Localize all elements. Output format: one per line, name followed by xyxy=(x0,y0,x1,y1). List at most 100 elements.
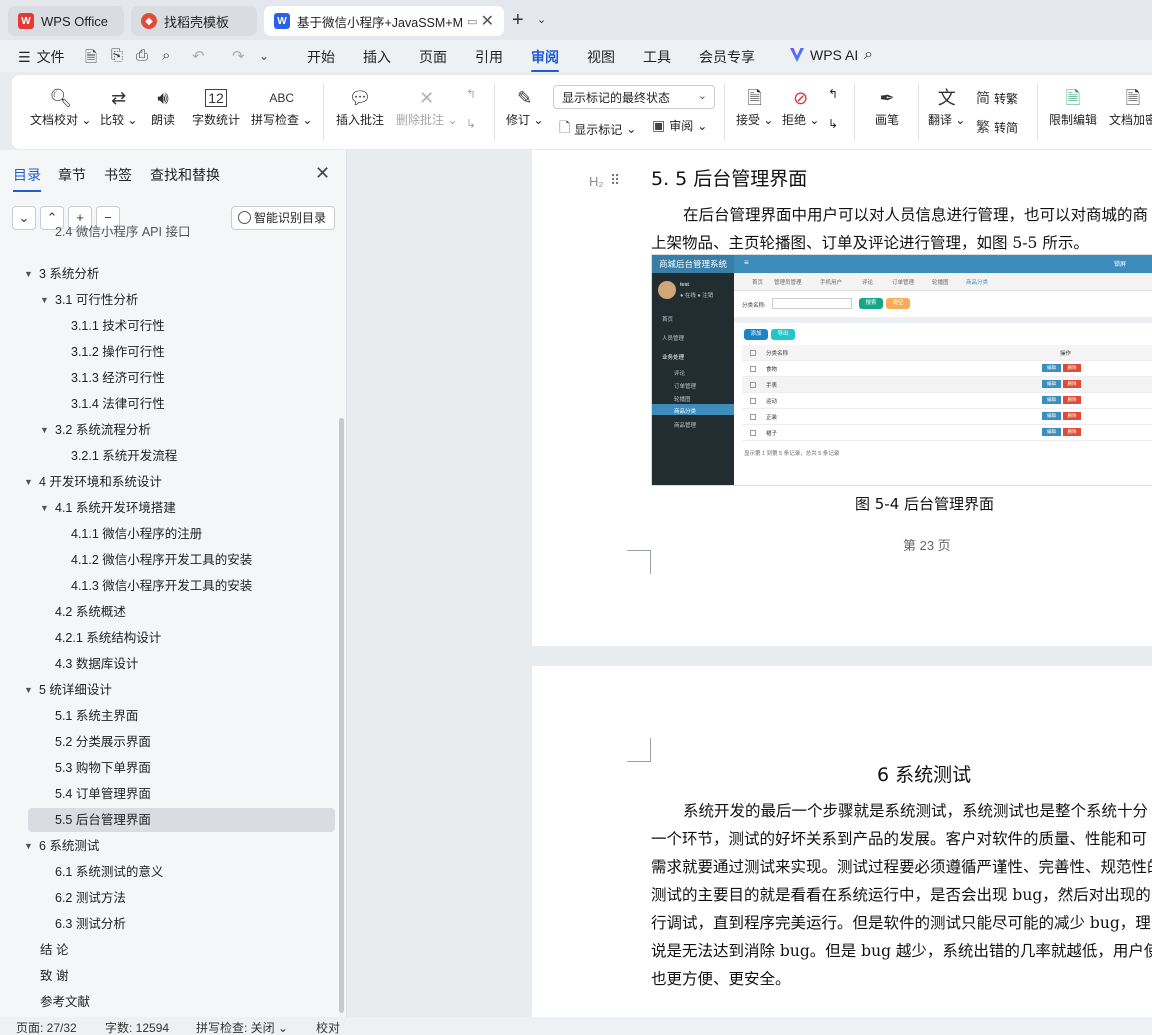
paragraph-line[interactable]: 在后台管理界面中用户可以对人员信息进行管理，也可以对商城的商 xyxy=(683,201,1148,229)
sidebar-scrollbar[interactable] xyxy=(339,418,344,1013)
toc-item[interactable]: 6 系统测试 xyxy=(39,835,99,857)
file-menu[interactable]: ☰ 文件 xyxy=(18,47,65,67)
tab-review[interactable]: 审阅 xyxy=(531,47,559,72)
toc-item[interactable]: 结 论 xyxy=(40,939,68,961)
toc-item[interactable]: 4.3 数据库设计 xyxy=(55,653,138,675)
to-simplified-button[interactable]: 繁转简 xyxy=(976,117,1018,137)
collapse-toggle-icon[interactable]: ▼ xyxy=(40,419,49,441)
section-heading[interactable]: 5. 5 后台管理界面 xyxy=(651,164,807,191)
restrict-edit-button[interactable]: 🗎 限制编辑 xyxy=(1049,85,1097,128)
new-tab-icon[interactable]: + xyxy=(512,9,524,32)
toc-item[interactable]: 3.2 系统流程分析 xyxy=(55,419,151,441)
wps-ai-button[interactable]: WPS AI xyxy=(790,47,858,63)
toc-item[interactable]: 6.2 测试方法 xyxy=(55,887,126,909)
next-comment-icon[interactable]: ↳ xyxy=(466,117,476,131)
toc-item[interactable]: 4.2.1 系统结构设计 xyxy=(55,627,161,649)
toc-item[interactable]: 4 开发环境和系统设计 xyxy=(39,471,162,493)
encrypt-button[interactable]: 🗎 文档加密 xyxy=(1109,85,1152,128)
chevron-down-icon[interactable]: ⌄ xyxy=(537,13,546,26)
smart-toc-button[interactable]: 智能识别目录 xyxy=(231,206,335,230)
toc-item[interactable]: 参考文献 xyxy=(40,991,90,1013)
page-indicator[interactable]: 页面: 27/32 xyxy=(16,1019,77,1035)
save-icon[interactable]: 🗎 xyxy=(85,47,97,72)
tab-wps-office[interactable]: W WPS Office xyxy=(8,6,124,36)
to-traditional-button[interactable]: 简转繁 xyxy=(976,88,1018,108)
toc-item[interactable]: 5 统详细设计 xyxy=(39,679,112,701)
track-changes-button[interactable]: ✎ 修订 ⌄ xyxy=(506,85,543,128)
paragraph-line[interactable]: 一个环节，测试的好坏关系到产品的发展。客户对软件的质量、性能和可 xyxy=(651,825,1147,853)
toc-item[interactable]: 4.2 系统概述 xyxy=(55,601,126,623)
toc-item[interactable]: 4.1.3 微信小程序开发工具的安装 xyxy=(71,575,252,597)
toc-item[interactable]: 3.1.2 操作可行性 xyxy=(71,341,165,363)
toc-item[interactable]: 5.3 购物下单界面 xyxy=(55,757,151,779)
toc-item[interactable]: 6.1 系统测试的意义 xyxy=(55,861,163,883)
tab-insert[interactable]: 插入 xyxy=(363,47,391,67)
word-count-indicator[interactable]: 字数: 12594 xyxy=(105,1019,169,1035)
toc-item[interactable]: 3.1 可行性分析 xyxy=(55,289,138,311)
reject-button[interactable]: ⊘ 拒绝 ⌄ xyxy=(782,85,819,128)
tab-tools[interactable]: 工具 xyxy=(643,47,671,67)
paragraph-line[interactable]: 系统开发的最后一个步骤就是系统测试，系统测试也是整个系统十分 xyxy=(683,797,1148,825)
proofread-status[interactable]: 校对 xyxy=(316,1019,340,1035)
quick-access-more-icon[interactable]: ⌄ xyxy=(259,49,269,63)
export-icon[interactable]: ⎘ xyxy=(111,47,123,64)
spell-check-status[interactable]: 拼写检查: 关闭 ⌄ xyxy=(196,1019,288,1035)
tab-references[interactable]: 引用 xyxy=(475,47,503,67)
paragraph-line[interactable]: 行调试，直到程序完美运行。但是软件的测试只能尽可能的减少 bug，理 xyxy=(651,909,1151,937)
toc-item[interactable]: 4.1.1 微信小程序的注册 xyxy=(71,523,202,545)
toc-item[interactable]: 3.1.3 经济可行性 xyxy=(71,367,165,389)
toc-item[interactable]: 5.2 分类展示界面 xyxy=(55,731,151,753)
paragraph-line[interactable]: 说是无法达到消除 bug。但是 bug 越少，系统出错的几率就越低，用户使 xyxy=(651,937,1152,965)
undo-icon[interactable]: ↶ xyxy=(192,47,205,65)
tab-view[interactable]: 视图 xyxy=(587,47,615,67)
compare-button[interactable]: ⇄ 比较 ⌄ xyxy=(100,85,137,128)
admin-screenshot-figure[interactable]: ≡ 锁屏 商城后台管理系统 test ● 在线 ● 注销 首页 人员管理 业务处… xyxy=(651,254,1152,486)
drag-handle-icon[interactable]: ⠿ xyxy=(610,172,620,189)
word-count-button[interactable]: 12 字数统计 xyxy=(192,85,240,128)
print-icon[interactable]: ⎙ xyxy=(136,47,148,64)
expand-down-icon[interactable]: ⌄ xyxy=(12,206,36,230)
collapse-toggle-icon[interactable]: ▼ xyxy=(24,263,33,285)
toc-item[interactable]: 5.5 后台管理界面 xyxy=(55,809,151,831)
redo-icon[interactable]: ↷ xyxy=(232,47,245,65)
proofread-button[interactable]: 🔍︎ 文档校对 ⌄ xyxy=(30,85,91,128)
markup-mode-select[interactable]: 显示标记的最终状态 ⌄ xyxy=(553,85,715,109)
translate-button[interactable]: 文 翻译 ⌄ xyxy=(928,85,965,128)
toc-item[interactable]: 致 谢 xyxy=(40,965,68,987)
ink-button[interactable]: ✒ 画笔 xyxy=(875,85,899,128)
tab-home[interactable]: 开始 xyxy=(307,47,335,67)
tab-page[interactable]: 页面 xyxy=(419,47,447,67)
paragraph-line[interactable]: 也更方便、更安全。 xyxy=(651,965,791,993)
print-preview-icon[interactable]: ⌕ xyxy=(162,47,170,64)
collapse-toggle-icon[interactable]: ▼ xyxy=(24,835,33,857)
toc-item[interactable]: 3.1.4 法律可行性 xyxy=(71,393,165,415)
next-change-icon[interactable]: ↳ xyxy=(828,117,838,131)
prev-change-icon[interactable]: ↰ xyxy=(828,87,838,101)
paragraph-line[interactable]: 上架物品、主页轮播图、订单及评论进行管理，如图 5-5 所示。 xyxy=(651,229,1089,257)
toc-item[interactable]: 4.1.2 微信小程序开发工具的安装 xyxy=(71,549,252,571)
toc-item[interactable]: 2.4 微信小程序 API 接口 xyxy=(55,221,190,243)
accept-button[interactable]: 🗎 接受 ⌄ xyxy=(736,85,773,128)
toc-item[interactable]: 6.3 测试分析 xyxy=(55,913,126,935)
toc-item[interactable]: 3.1.1 技术可行性 xyxy=(71,315,165,337)
toc-item[interactable]: 3.2.1 系统开发流程 xyxy=(71,445,177,467)
tab-member[interactable]: 会员专享 xyxy=(699,47,755,67)
collapse-toggle-icon[interactable]: ▼ xyxy=(24,471,33,493)
spell-check-button[interactable]: ABC 拼写检查 ⌄ xyxy=(251,85,312,128)
paragraph-line[interactable]: 需求就要通过测试来实现。测试过程要必须遵循严谨性、完善性、规范性的 xyxy=(651,853,1152,881)
chapter-title[interactable]: 6 系统测试 xyxy=(877,760,971,787)
monitor-icon[interactable]: ▭ xyxy=(467,15,477,28)
figure-caption[interactable]: 图 5-4 后台管理界面 xyxy=(855,493,994,514)
delete-comment-button[interactable]: ✕ 删除批注 ⌄ xyxy=(396,85,457,128)
paragraph-line[interactable]: 测试的主要目的就是看看在系统运行中，是否会出现 bug，然后对出现的 xyxy=(651,881,1151,909)
collapse-toggle-icon[interactable]: ▼ xyxy=(24,679,33,701)
toc-item[interactable]: 4.1 系统开发环境搭建 xyxy=(55,497,176,519)
toc-item[interactable]: 5.1 系统主界面 xyxy=(55,705,138,727)
review-pane-button[interactable]: ▣ 审阅 ⌄ xyxy=(652,117,707,134)
close-icon[interactable]: ✕ xyxy=(315,163,330,184)
tab-bookmarks[interactable]: 书签 xyxy=(104,165,132,185)
collapse-toggle-icon[interactable]: ▼ xyxy=(40,497,49,519)
read-aloud-button[interactable]: 🔊︎ 朗读 xyxy=(151,85,175,128)
tab-toc[interactable]: 目录 xyxy=(13,165,41,192)
close-icon[interactable]: ✕ xyxy=(481,11,494,31)
